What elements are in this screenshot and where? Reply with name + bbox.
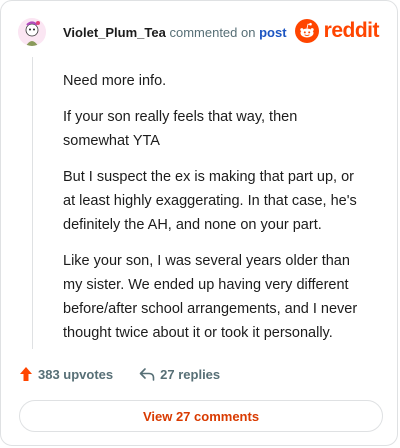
replies-count: 27 replies xyxy=(160,366,221,382)
logo-wordmark: reddit xyxy=(323,19,380,42)
replies-button[interactable]: 27 replies xyxy=(139,367,220,382)
avatar-icon xyxy=(18,18,46,46)
commented-on-text: commented on xyxy=(169,25,256,40)
view-comments-button[interactable]: View 27 comments xyxy=(19,400,383,432)
reply-arrow-icon xyxy=(139,368,155,381)
upvote-arrow-icon xyxy=(20,367,32,381)
comment-actions: 383 upvotes 27 replies xyxy=(19,366,246,382)
reddit-snoo-icon xyxy=(294,19,319,43)
username[interactable]: Violet_Plum_Tea xyxy=(63,25,166,40)
thread-line xyxy=(32,57,33,349)
reddit-logo[interactable]: reddit xyxy=(294,19,380,43)
comment-body: Need more info. If your son really feels… xyxy=(63,69,363,357)
comment-card: Violet_Plum_Tea commented on post reddit… xyxy=(0,0,398,446)
upvote-count: 383 upvotes xyxy=(38,366,114,382)
comment-paragraph: Need more info. xyxy=(63,73,167,89)
comment-paragraph: Like your son, I was several years older… xyxy=(63,253,358,341)
comment-header: Violet_Plum_Tea commented on post xyxy=(63,25,287,40)
comment-paragraph: But I suspect the ex is making that part… xyxy=(63,169,357,233)
avatar[interactable] xyxy=(18,18,46,46)
comment-paragraph: If your son really feels that way, then … xyxy=(63,109,298,149)
upvote-button[interactable]: 383 upvotes xyxy=(19,366,113,382)
post-link[interactable]: post xyxy=(259,25,286,40)
